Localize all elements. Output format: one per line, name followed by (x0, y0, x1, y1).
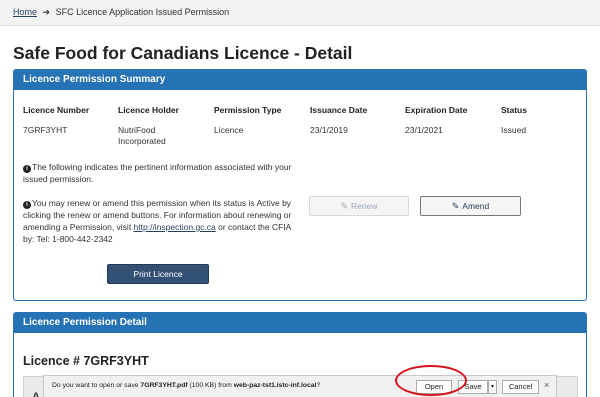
breadcrumb-arrow-icon: ➔ (42, 7, 51, 17)
breadcrumb-home-link[interactable]: Home (13, 7, 37, 17)
cfia-website-link[interactable]: http://inspection.gc.ca (134, 222, 216, 232)
renew-button[interactable]: ✎ Renew (309, 196, 409, 216)
summary-panel-heading: Licence Permission Summary (14, 70, 586, 90)
summary-panel: Licence Permission Summary Licence Numbe… (13, 69, 587, 301)
expiration-date-value: 23/1/2021 (405, 125, 443, 135)
open-button-highlight-circle (395, 365, 467, 396)
download-file-size: (100 KB) from (187, 382, 234, 389)
download-prompt-end: ? (316, 382, 321, 389)
cancel-button[interactable]: Cancel (502, 380, 539, 394)
download-prompt: Do you want to open or save 7GRF3YHT.pdf… (52, 382, 320, 389)
renew-button-label: Renew (351, 201, 378, 211)
permission-type-value: Licence (214, 125, 244, 135)
info-circle-icon: i (23, 165, 31, 173)
download-file-name: 7GRF3YHT.pdf (140, 382, 188, 389)
expiration-date-header: Expiration Date (405, 105, 468, 115)
save-dropdown-chevron-icon[interactable]: ▾ (488, 380, 497, 394)
detail-section-label: A (32, 391, 40, 397)
status-value: Issued (501, 125, 527, 135)
download-host: web-paz-tst1.istc-inf.local (233, 382, 317, 389)
info-message-text: The following indicates the pertinent in… (23, 162, 292, 184)
detail-panel-heading: Licence Permission Detail (14, 313, 586, 333)
issuance-date-header: Issuance Date (310, 105, 368, 115)
licence-holder-header: Licence Holder (118, 105, 179, 115)
download-notification-bar: Do you want to open or save 7GRF3YHT.pdf… (43, 375, 557, 397)
breadcrumb: Home ➔ SFC Licence Application Issued Pe… (13, 7, 229, 18)
info-message-permission: i The following indicates the pertinent i… (23, 161, 293, 185)
edit-icon: ✎ (340, 201, 349, 211)
download-prompt-text: Do you want to open or save (52, 382, 141, 389)
info-circle-icon: i (23, 201, 31, 209)
amend-button[interactable]: ✎ Amend (420, 196, 521, 216)
licence-number-value: 7GRF3YHT (23, 125, 68, 135)
licence-number-header: Licence Number (23, 105, 90, 115)
info-message-renew-amend: i You may renew or amend this permission … (23, 197, 295, 245)
licence-holder-value: NutriFood Incorporated (118, 125, 166, 146)
breadcrumb-bar: Home ➔ SFC Licence Application Issued Pe… (0, 0, 600, 26)
issuance-date-value: 23/1/2019 (310, 125, 348, 135)
licence-number-heading: Licence # 7GRF3YHT (23, 354, 149, 368)
page-title: Safe Food for Canadians Licence - Detail (13, 43, 353, 63)
status-header: Status (501, 105, 527, 115)
breadcrumb-current: SFC Licence Application Issued Permissio… (55, 7, 230, 17)
permission-type-header: Permission Type (214, 105, 282, 115)
print-licence-button[interactable]: Print Licence (107, 264, 209, 284)
amend-button-label: Amend (462, 201, 490, 211)
edit-icon: ✎ (451, 201, 460, 211)
close-icon[interactable]: × (544, 380, 549, 390)
